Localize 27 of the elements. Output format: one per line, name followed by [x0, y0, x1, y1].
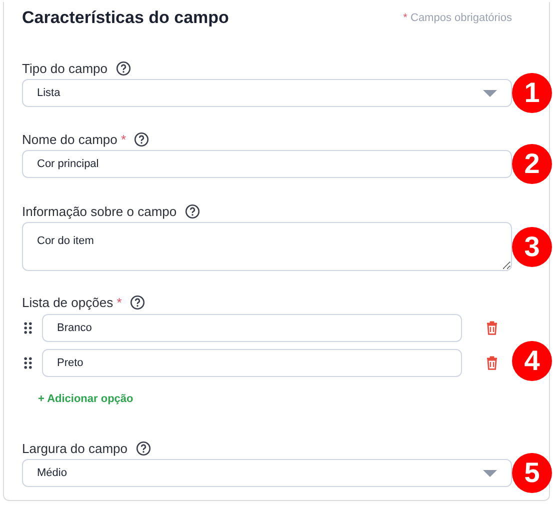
required-note: * Campos obrigatórios — [403, 12, 512, 24]
trash-icon[interactable] — [486, 356, 498, 370]
help-icon[interactable] — [116, 60, 131, 76]
option-field[interactable]: Branco — [42, 314, 462, 342]
option-field[interactable]: Preto — [42, 349, 462, 377]
help-icon[interactable] — [136, 440, 151, 456]
dropdown[interactable]: Lista — [22, 79, 512, 107]
step-badge: 2 — [512, 144, 552, 184]
step-badge: 5 — [512, 453, 552, 493]
field-label: Tipo do campo — [22, 60, 108, 76]
field-label: Nome do campo * — [22, 132, 126, 146]
field-label: Lista de opções * — [22, 294, 122, 310]
help-icon[interactable] — [130, 294, 145, 310]
text-area[interactable]: Cor do item — [22, 222, 512, 271]
step-badge: 4 — [512, 340, 552, 380]
trash-icon[interactable] — [486, 321, 498, 335]
field-label: Informação sobre o campo — [22, 204, 177, 218]
step-badge: 3 — [512, 226, 552, 266]
drag-handle-icon[interactable] — [24, 322, 32, 334]
field-label: Largura do campo — [22, 440, 128, 456]
step-badge: 1 — [512, 73, 552, 113]
help-icon[interactable] — [184, 204, 200, 218]
section-title: Características do campo — [22, 8, 229, 28]
help-icon[interactable] — [134, 132, 150, 146]
input-field[interactable]: Cor principal — [22, 150, 512, 178]
drag-handle-icon[interactable] — [24, 357, 32, 369]
dropdown[interactable]: Médio — [22, 459, 512, 487]
